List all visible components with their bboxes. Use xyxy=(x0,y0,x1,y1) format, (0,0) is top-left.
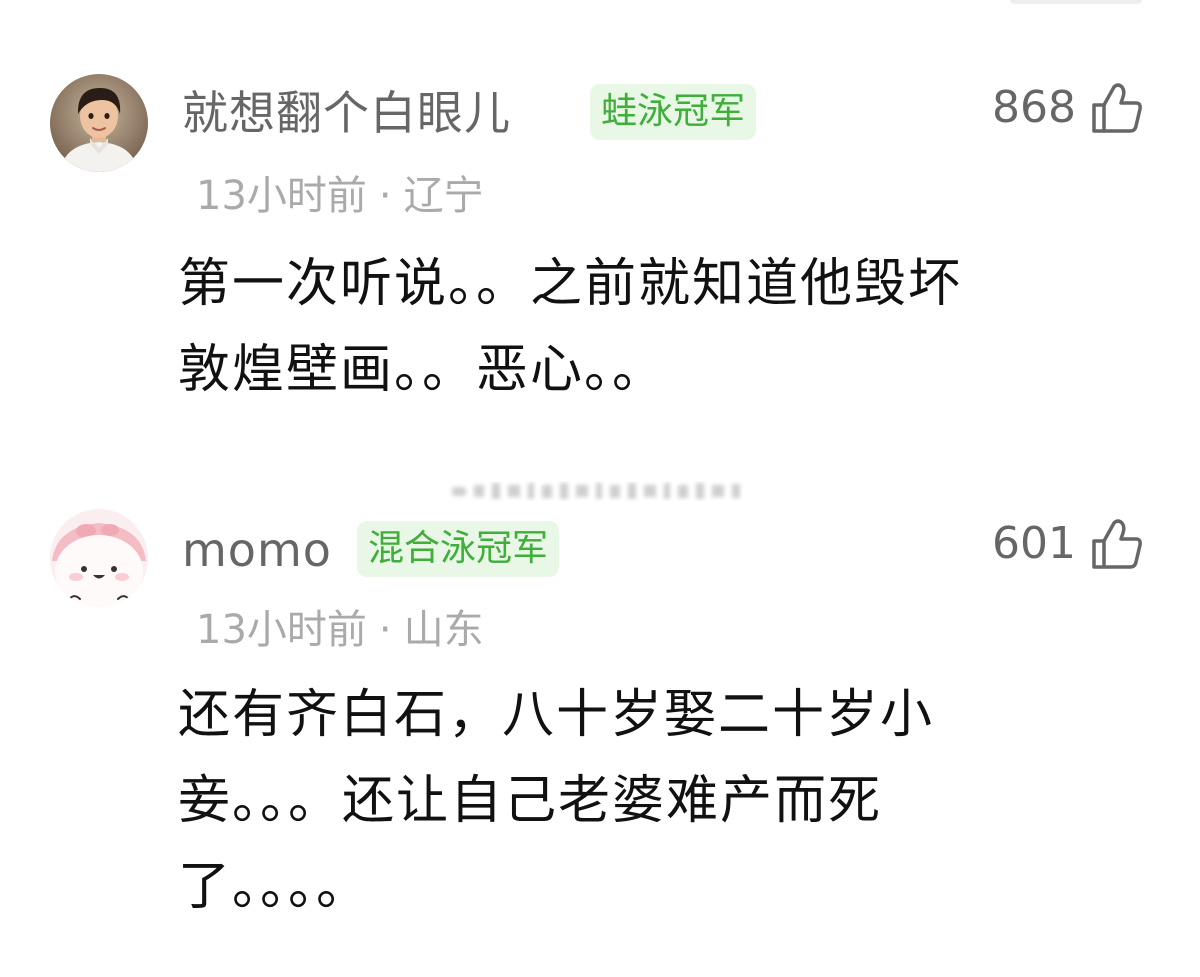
thumbs-up-icon xyxy=(1092,83,1142,133)
comment-line: 妾。。。还让自己老婆难产而死 xyxy=(178,771,883,831)
like-button[interactable]: 601 xyxy=(992,516,1144,572)
comment-line: 第一次听说。。之前就知道他毁坏 xyxy=(178,254,963,314)
thumbs-up-icon xyxy=(1092,519,1142,569)
comment-meta: 13小时前 · 山东 xyxy=(196,604,484,656)
like-button[interactable]: 868 xyxy=(992,80,1144,136)
comment-time: 13小时前 xyxy=(196,607,367,653)
like-count: 868 xyxy=(992,82,1076,133)
comment-line: 了。。。。 xyxy=(178,857,371,917)
username[interactable]: 就想翻个白眼儿 xyxy=(182,83,511,143)
user-badge: 蛙泳冠军 xyxy=(590,84,757,140)
meta-separator: · xyxy=(378,607,392,653)
comment-location: 山东 xyxy=(403,607,484,653)
comment-time: 13小时前 xyxy=(196,173,367,219)
user-badge: 混合泳冠军 xyxy=(357,521,560,577)
comment-body[interactable]: 第一次听说。。之前就知道他毁坏 敦煌壁画。。恶心。。 xyxy=(178,241,1068,413)
child-photo-avatar-icon xyxy=(50,74,148,172)
blurred-watermark xyxy=(452,483,740,499)
top-edge-divider xyxy=(1010,0,1142,4)
comment-line: 还有齐白石，八十岁娶二十岁小 xyxy=(178,685,935,745)
comment-meta: 13小时前 · 辽宁 xyxy=(196,170,484,222)
comment-body[interactable]: 还有齐白石，八十岁娶二十岁小 妾。。。还让自己老婆难产而死 了。。。。 xyxy=(178,672,1068,930)
comment-location: 辽宁 xyxy=(403,173,484,219)
like-count: 601 xyxy=(992,518,1076,569)
user-avatar[interactable] xyxy=(50,509,148,607)
meta-separator: · xyxy=(378,173,392,219)
user-avatar[interactable] xyxy=(50,74,148,172)
username[interactable]: momo xyxy=(182,520,332,580)
comment-line: 敦煌壁画。。恶心。。 xyxy=(178,340,667,400)
cartoon-face-avatar-icon xyxy=(50,509,148,607)
